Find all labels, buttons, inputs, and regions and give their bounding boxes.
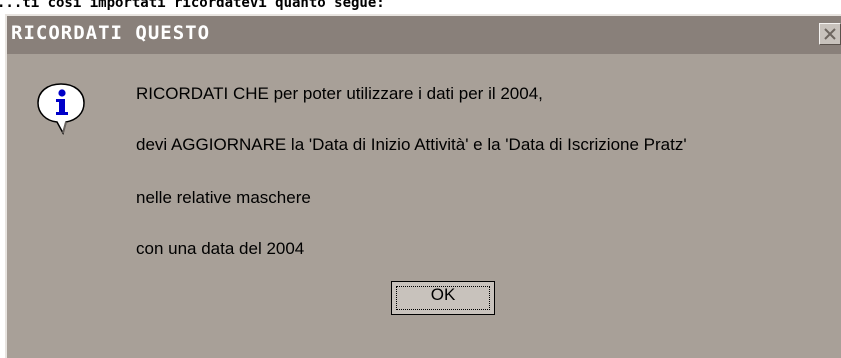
info-icon [37, 83, 85, 135]
close-icon [824, 28, 836, 40]
message-line-3: nelle relative maschere [136, 188, 311, 207]
dialog-title: RICORDATI QUESTO [11, 22, 211, 44]
message-line-4: con una data del 2004 [136, 239, 305, 258]
message-line-2: devi AGGIORNARE la 'Data di Inizio Attiv… [136, 135, 687, 154]
message-line-1: RICORDATI CHE per poter utilizzare i dat… [136, 84, 543, 103]
ok-button[interactable]: OK [391, 281, 495, 315]
message-dialog: RICORDATI QUESTO RICORDATI CHE per poter… [5, 14, 841, 358]
ok-button-label: OK [430, 285, 456, 304]
close-button[interactable] [819, 23, 841, 45]
background-caption: ...ti così importati ricordatevi quanto … [0, 0, 385, 11]
dialog-titlebar[interactable]: RICORDATI QUESTO [7, 16, 841, 54]
background-window-strip: ...ti così importati ricordatevi quanto … [0, 0, 841, 14]
